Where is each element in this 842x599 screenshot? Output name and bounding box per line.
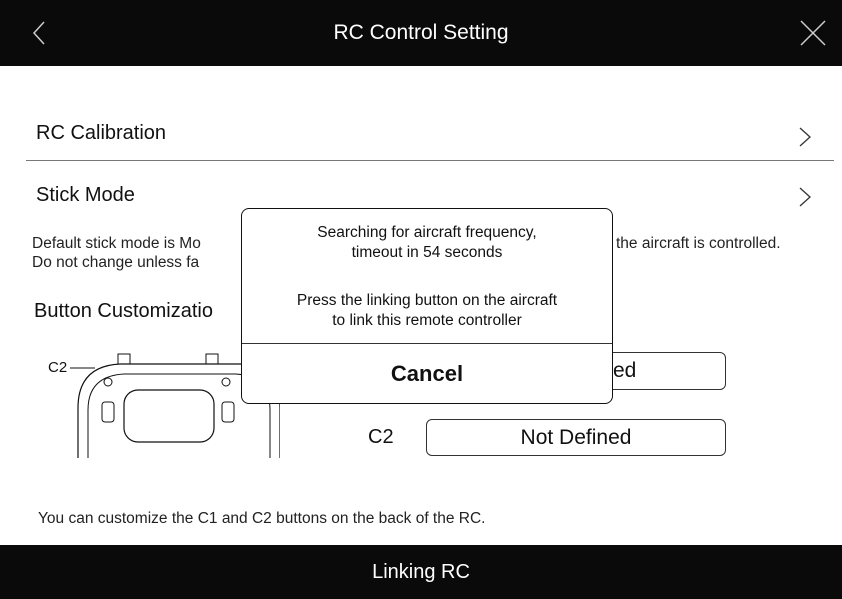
close-icon (800, 20, 826, 46)
illus-c2-label: C2 (48, 359, 67, 376)
c1-select-value: ed (613, 359, 637, 382)
rc-control-setting-screen: RC Control Setting RC Calibration Stick … (0, 0, 842, 599)
page-title: RC Control Setting (333, 21, 509, 44)
stick-mode-description-line2: Do not change unless fa (32, 254, 200, 271)
searching-line2: timeout in 54 seconds (351, 244, 503, 261)
customize-footnote: You can customize the C1 and C2 buttons … (38, 510, 486, 527)
instruction-line1: Press the linking button on the aircraft (296, 292, 558, 309)
searching-message: Searching for aircraft frequency, timeou… (242, 223, 612, 263)
c2-select-value: Not Defined (520, 426, 632, 449)
rc-calibration-row[interactable]: RC Calibration (26, 118, 834, 158)
cancel-button[interactable]: Cancel (242, 344, 612, 403)
close-button[interactable] (798, 18, 828, 48)
c2-label: C2 (368, 426, 394, 448)
instruction-line2: to link this remote controller (332, 312, 522, 329)
chevron-right-icon (799, 187, 811, 207)
stick-mode-label: Stick Mode (36, 184, 135, 206)
linking-rc-button[interactable]: Linking RC (0, 545, 842, 599)
linking-dialog: Searching for aircraft frequency, timeou… (241, 208, 613, 404)
instruction-message: Press the linking button on the aircraft… (242, 291, 612, 331)
searching-line1: Searching for aircraft frequency, (317, 224, 537, 241)
chevron-right-icon (799, 127, 811, 147)
header-bar: RC Control Setting (0, 0, 842, 66)
c2-select[interactable]: Not Defined (426, 419, 726, 456)
rc-calibration-label: RC Calibration (36, 122, 167, 144)
linking-rc-label: Linking RC (372, 561, 470, 583)
divider (26, 160, 834, 161)
stick-mode-description-line1-left: Default stick mode is Mo (32, 235, 201, 252)
stick-mode-description-line1-right: the aircraft is controlled. (616, 235, 781, 252)
button-customization-heading: Button Customizatio (34, 300, 213, 322)
